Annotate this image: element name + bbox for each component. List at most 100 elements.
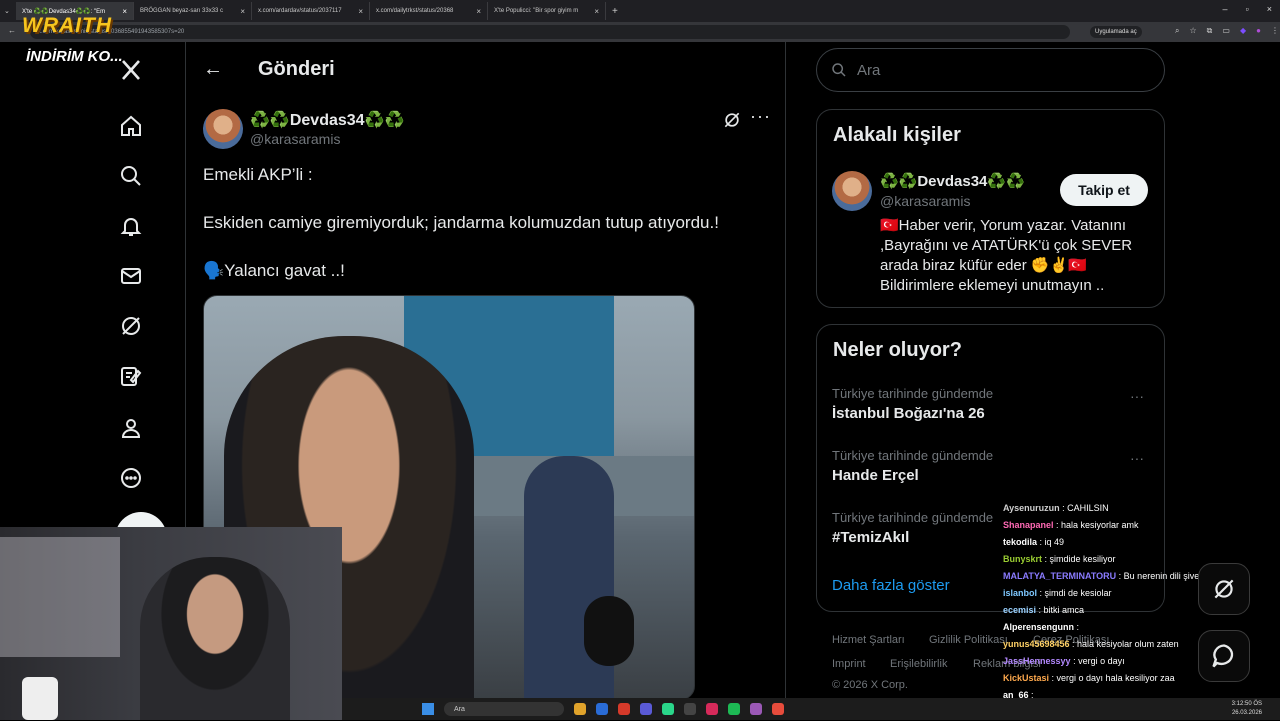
profile-avatar[interactable]: ● [1256, 26, 1261, 36]
chat-message: tekodila : iq 49 [1003, 534, 1265, 551]
footer-link[interactable]: Gizlilik Politikası [929, 634, 1008, 646]
messages-fab[interactable] [1198, 630, 1250, 682]
close-icon[interactable]: × [240, 7, 245, 16]
clock-time: 3:12:50 ÖS [1231, 701, 1262, 707]
avatar[interactable] [203, 109, 243, 149]
avatar[interactable] [832, 171, 872, 211]
bell-icon[interactable] [117, 212, 145, 240]
sidebar-icon[interactable]: ▭ [1222, 26, 1230, 36]
close-window-icon[interactable]: × [1267, 4, 1272, 14]
chat-text: : şimdide kesiliyor [1042, 554, 1116, 564]
close-icon[interactable]: × [594, 7, 599, 16]
footer-link[interactable]: Imprint [832, 658, 866, 670]
zoom-icon[interactable]: ⌕ [1175, 26, 1179, 36]
browser-tab[interactable]: x.com/ardardav/status/2037117 × [252, 2, 370, 20]
compose-icon[interactable] [117, 362, 145, 390]
reload-icon[interactable]: ← [8, 26, 16, 35]
more-options-icon[interactable]: ··· [1130, 388, 1144, 404]
chat-username: KickUstasi [1003, 673, 1050, 683]
close-icon[interactable]: × [122, 7, 127, 16]
chat-username: Bunyskrt [1003, 554, 1043, 564]
related-title: Alakalı kişiler [833, 124, 961, 146]
footer-link[interactable]: Hizmet Şartları [832, 634, 905, 646]
post-author-name[interactable]: ♻️♻️Devdas34♻️♻️ [250, 110, 404, 130]
search-input[interactable]: Ara [816, 48, 1165, 92]
browser-tab[interactable]: x.com/dailytrkst/status/20368 × [370, 2, 488, 20]
menu-icon[interactable]: ⋮ [1271, 26, 1279, 36]
grok-icon[interactable] [722, 110, 742, 135]
chat-text: : vergi o dayı [1070, 656, 1125, 666]
star-icon[interactable]: ☆ [1189, 26, 1196, 36]
maximize-icon[interactable]: ▫ [1246, 4, 1249, 14]
chat-text: : iq 49 [1037, 537, 1065, 547]
extensions-bar: ⌕ ☆ ⧉ ▭ ◆ ● ⋮ [1175, 26, 1279, 36]
windows-start-icon[interactable] [422, 703, 434, 715]
grok-icon[interactable] [117, 312, 145, 340]
address-bar-row: ← x.com/karasaramis/status/2036855491943… [0, 22, 1280, 42]
spotify-icon[interactable] [728, 703, 740, 715]
post-author-handle[interactable]: @karasaramis [250, 131, 340, 147]
chat-username: JassHennessyy [1003, 656, 1071, 666]
app-icon[interactable] [772, 703, 784, 715]
file-explorer-icon[interactable] [574, 703, 586, 715]
tissue-roll [22, 677, 58, 720]
browser-tab-bar: ⌄ X'te ♻️♻️Devdas34♻️♻️: "Em × BRÖGGAN be… [0, 0, 1280, 22]
trend-context: Türkiye tarihinde gündemde [832, 510, 994, 525]
chat-text: : [1074, 622, 1080, 632]
profile-icon[interactable] [117, 414, 145, 442]
system-clock[interactable]: 3:12:50 ÖS 26.03.2026 [1232, 700, 1262, 718]
app-icon[interactable] [684, 703, 696, 715]
related-handle[interactable]: @karasaramis [880, 193, 970, 209]
minimize-icon[interactable]: – [1223, 4, 1228, 14]
search-icon[interactable] [117, 162, 145, 190]
extension-icon[interactable]: ◆ [1240, 26, 1246, 36]
divider [785, 42, 786, 698]
x-logo-icon[interactable] [117, 56, 145, 84]
more-options-icon[interactable]: ··· [750, 106, 771, 127]
browser-tab[interactable]: X'te Populicci: "Bir spor giyim m × [488, 2, 606, 20]
home-icon[interactable] [117, 112, 145, 140]
clock-date: 26.03.2026 [1231, 710, 1262, 716]
chat-username: Alperensengunn [1003, 622, 1075, 632]
trend-name[interactable]: Hande Erçel [832, 467, 919, 484]
window-controls: – ▫ × [1223, 4, 1272, 14]
browser-tab[interactable]: BRÖGGAN beyaz-sarı 33x33 c × [134, 2, 252, 20]
new-tab-icon[interactable]: + [612, 6, 618, 17]
url-field[interactable]: x.com/karasaramis/status/203685549194358… [30, 25, 1070, 39]
chat-username: yunus45698456 [1003, 639, 1070, 649]
trend-name[interactable]: İstanbul Boğazı'na 26 [832, 405, 985, 422]
taskbar-search[interactable]: Ara [444, 702, 564, 716]
extensions-icon[interactable]: ⧉ [1207, 26, 1213, 36]
microphone [584, 596, 634, 666]
os-taskbar: Ara 3:12:50 ÖS 26.03.2026 [342, 698, 1280, 720]
more-circle-icon[interactable] [117, 464, 145, 492]
chat-username: islanbol [1003, 588, 1038, 598]
follow-button[interactable]: Takip et [1060, 174, 1148, 206]
trends-title: Neler oluyor? [833, 339, 962, 361]
discount-banner: İNDİRİM KO... [26, 48, 123, 65]
related-name[interactable]: ♻️♻️Devdas34♻️♻️ [880, 172, 1025, 190]
app-icon[interactable] [640, 703, 652, 715]
trend-name[interactable]: #TemizAkıl [832, 529, 909, 546]
chat-text: : hala kesiyorlar amk [1053, 520, 1139, 530]
more-options-icon[interactable]: ··· [1130, 450, 1144, 466]
app-icon[interactable] [750, 703, 762, 715]
grok-icon [1214, 579, 1234, 599]
tab-search-icon[interactable]: ⌄ [4, 7, 16, 15]
back-button[interactable]: ← [203, 58, 223, 81]
taskbar-search-label: Ara [454, 705, 465, 713]
footer-link[interactable]: Erişilebilirlik [890, 658, 947, 670]
open-in-app-button[interactable]: Uygulamada aç [1090, 26, 1142, 38]
show-more-link[interactable]: Daha fazla göster [832, 577, 950, 594]
wraith-logo: WRAITH [22, 14, 112, 37]
close-icon[interactable]: × [358, 7, 363, 16]
mail-icon[interactable] [117, 262, 145, 290]
chat-text: : bitki amca [1036, 605, 1085, 615]
app-icon[interactable] [662, 703, 674, 715]
grok-fab[interactable] [1198, 563, 1250, 615]
tab-title: X'te Populicci: "Bir spor giyim m [494, 8, 579, 14]
close-icon[interactable]: × [476, 7, 481, 16]
app-icon[interactable] [706, 703, 718, 715]
chrome-icon[interactable] [618, 703, 630, 715]
edge-icon[interactable] [596, 703, 608, 715]
